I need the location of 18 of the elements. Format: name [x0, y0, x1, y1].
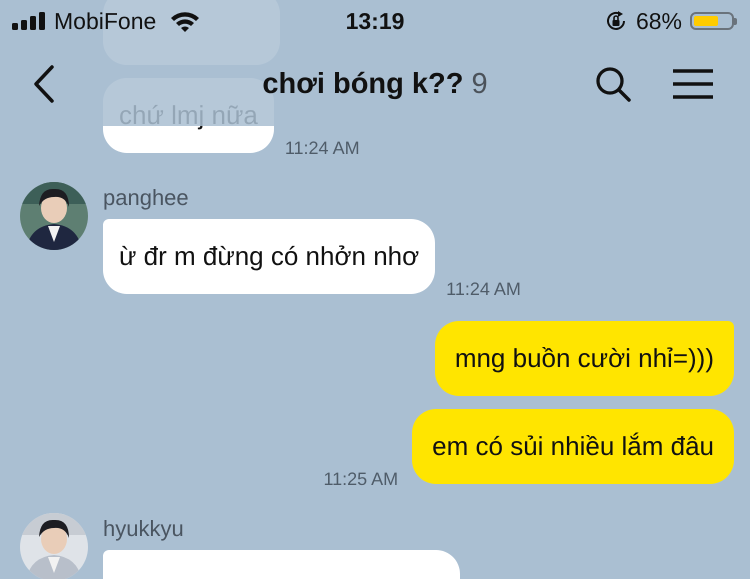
battery-percent: 68%	[636, 8, 682, 34]
member-count: 9	[471, 68, 488, 100]
menu-icon[interactable]	[672, 68, 714, 100]
carrier-name: MobiFone	[54, 8, 156, 34]
clock: 13:19	[346, 8, 404, 34]
message-time: 11:24 AM	[446, 279, 521, 300]
signal-icon	[12, 12, 46, 30]
search-icon[interactable]	[594, 65, 632, 103]
message-time: 11:24 AM	[284, 138, 360, 159]
sender-name: hyukkyu	[103, 516, 185, 542]
message-bubble: ừ đr m đừng có nhởn nhơ	[103, 219, 436, 294]
back-icon[interactable]	[32, 64, 56, 104]
message-time: 11:25 AM	[323, 469, 398, 490]
battery-icon	[690, 12, 737, 30]
message-bubble: em có sủi nhiều lắm đâu	[412, 409, 734, 484]
sender-name: panghee	[103, 185, 190, 211]
message-bubble: mng buồn cười nhỉ=)))	[434, 321, 734, 396]
wifi-icon	[170, 10, 200, 32]
